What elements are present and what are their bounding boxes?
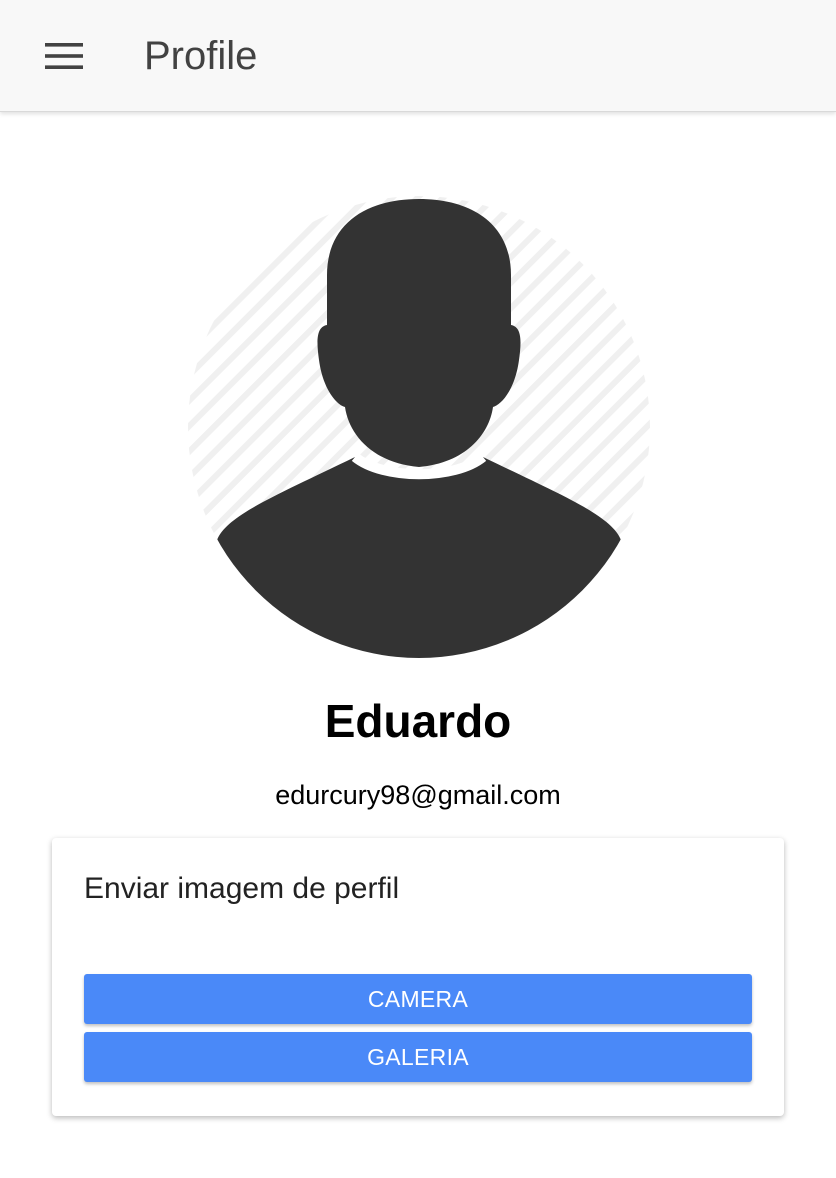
page-title: Profile: [144, 34, 258, 78]
upload-image-card: Enviar imagem de perfil CAMERA GALERIA: [52, 838, 784, 1116]
card-title: Enviar imagem de perfil: [84, 872, 400, 905]
app-toolbar: Profile: [0, 0, 836, 112]
camera-button[interactable]: CAMERA: [84, 974, 752, 1024]
hamburger-menu-icon: [45, 43, 83, 69]
menu-button[interactable]: [26, 26, 102, 86]
profile-name: Eduardo: [324, 695, 512, 747]
gallery-button[interactable]: GALERIA: [84, 1032, 752, 1082]
person-silhouette-icon: [188, 196, 650, 658]
profile-email: edurcury98@gmail.com: [275, 780, 561, 810]
profile-avatar: [187, 195, 651, 659]
